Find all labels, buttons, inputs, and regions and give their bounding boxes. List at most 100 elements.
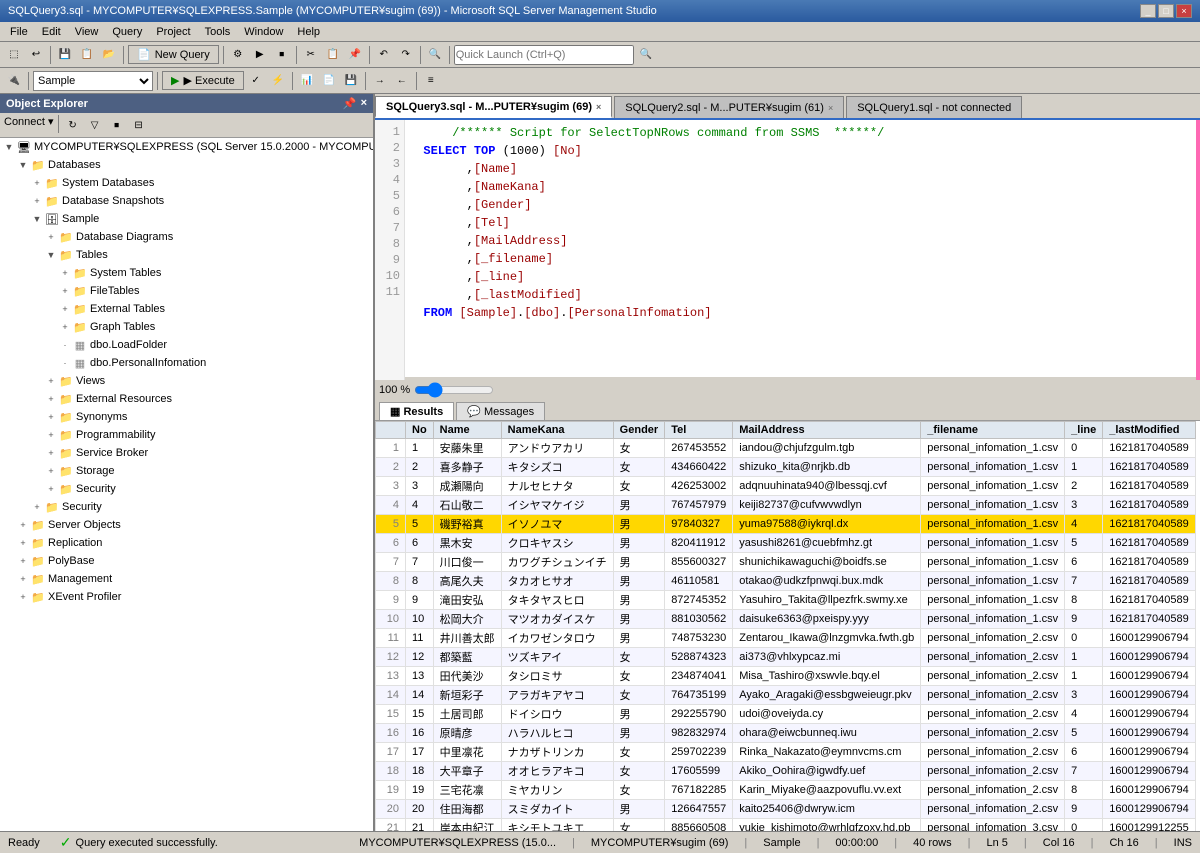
table-row[interactable]: 1111井川善太郎イカワゼンタロウ男748753230Zentarou_Ikaw… — [376, 629, 1196, 648]
tree-item[interactable]: ·▦dbo.LoadFolder — [0, 336, 373, 354]
toolbar-btn-12[interactable]: 🔍 — [425, 45, 445, 65]
tree-item[interactable]: +📁Security — [0, 480, 373, 498]
tree-item[interactable]: +📁Storage — [0, 462, 373, 480]
table-row[interactable]: 77川口俊一カワグチシュンイチ男855600327shunichikawaguc… — [376, 553, 1196, 572]
result-text-btn[interactable]: 📄 — [319, 71, 339, 91]
tree-item[interactable]: ▼🗄Sample — [0, 210, 373, 228]
tree-item[interactable]: ▼📁Tables — [0, 246, 373, 264]
tab-sqlquery1[interactable]: SQLQuery1.sql - not connected — [846, 96, 1022, 118]
column-header[interactable]: Name — [433, 422, 501, 439]
tree-item[interactable]: +📁XEvent Profiler — [0, 588, 373, 606]
toolbar-btn-undo[interactable]: ↶ — [374, 45, 394, 65]
toolbar-btn-4[interactable]: 📋 — [77, 45, 97, 65]
tree-item[interactable]: +📁Graph Tables — [0, 318, 373, 336]
column-header[interactable]: Tel — [665, 422, 733, 439]
column-header[interactable]: Gender — [613, 422, 665, 439]
tree-expander-icon[interactable]: ▼ — [44, 248, 58, 262]
toolbar-btn-11[interactable]: 📌 — [345, 45, 365, 65]
tree-item[interactable]: +📁System Databases — [0, 174, 373, 192]
restore-button[interactable]: □ — [1158, 4, 1174, 18]
tree-item[interactable]: +📁Synonyms — [0, 408, 373, 426]
table-row[interactable]: 66黒木安クロキヤスシ男820411912yasushi8261@cuebfmh… — [376, 534, 1196, 553]
table-row[interactable]: 1717中里凛花ナカザトリンカ女259702239Rinka_Nakazato@… — [376, 743, 1196, 762]
table-row[interactable]: 1212都築藍ツズキアイ女528874323ai373@vhlxypcaz.mi… — [376, 648, 1196, 667]
result-file-btn[interactable]: 💾 — [341, 71, 361, 91]
tree-expander-icon[interactable]: + — [16, 572, 30, 586]
outdent-btn[interactable]: ← — [392, 71, 412, 91]
table-row[interactable]: 33成瀬陽向ナルセヒナタ女426253002adqnuuhinata940@lb… — [376, 477, 1196, 496]
toolbar-btn-6[interactable]: ⚙ — [228, 45, 248, 65]
toolbar-btn-1[interactable]: ⬚ — [4, 45, 24, 65]
tree-item[interactable]: +📁PolyBase — [0, 552, 373, 570]
tree-item[interactable]: +📁Programmability — [0, 426, 373, 444]
table-row[interactable]: 2121岸本由紀江キシモトユキエ女885660508yukie_kishimot… — [376, 819, 1196, 832]
tree-expander-icon[interactable]: + — [16, 536, 30, 550]
query-editor[interactable]: /****** Script for SelectTopNRows comman… — [405, 120, 1196, 380]
toolbar-btn-redo[interactable]: ↷ — [396, 45, 416, 65]
table-row[interactable]: 1515土居司郎ドイシロウ男292255790udoi@oveiyda.cype… — [376, 705, 1196, 724]
results-tab-results[interactable]: ▦ Results — [379, 402, 454, 420]
toolbar-btn-10[interactable]: 📋 — [323, 45, 343, 65]
database-selector[interactable]: Sample — [33, 71, 153, 91]
tree-item[interactable]: +📁Security — [0, 498, 373, 516]
oe-collapse-btn[interactable]: ⊟ — [129, 115, 149, 135]
quick-launch-input[interactable] — [454, 45, 634, 65]
minimize-button[interactable]: _ — [1140, 4, 1156, 18]
tree-expander-icon[interactable]: + — [30, 194, 44, 208]
table-row[interactable]: 1818大平章子オオヒラアキコ女17605599Akiko_Oohira@igw… — [376, 762, 1196, 781]
toolbar-btn-5[interactable]: 📂 — [99, 45, 119, 65]
parse-btn[interactable]: ⚡ — [268, 71, 288, 91]
results-grid[interactable]: NoNameNameKanaGenderTelMailAddress_filen… — [375, 421, 1200, 831]
tree-expander-icon[interactable]: + — [58, 284, 72, 298]
column-header[interactable]: _line — [1065, 422, 1103, 439]
tree-expander-icon[interactable]: + — [44, 482, 58, 496]
menu-edit[interactable]: Edit — [36, 24, 67, 40]
tree-item[interactable]: +📁Replication — [0, 534, 373, 552]
oe-stop-btn[interactable]: ⏹ — [107, 115, 127, 135]
tree-expander-icon[interactable]: ▼ — [16, 158, 30, 172]
table-row[interactable]: 1414新垣彩子アラガキアヤコ女764735199Ayako_Aragaki@e… — [376, 686, 1196, 705]
search-icon[interactable]: 🔍 — [636, 45, 656, 65]
new-query-button[interactable]: 📄 New Query — [128, 45, 219, 64]
tree-expander-icon[interactable]: + — [44, 464, 58, 478]
table-row[interactable]: 99滝田安弘タキタヤスヒロ男872745352Yasuhiro_Takita@l… — [376, 591, 1196, 610]
column-header[interactable]: MailAddress — [733, 422, 921, 439]
column-header[interactable]: NameKana — [501, 422, 613, 439]
close-button[interactable]: × — [1176, 4, 1192, 18]
tree-item[interactable]: +📁Views — [0, 372, 373, 390]
oe-connect-btn[interactable]: Connect ▾ — [4, 115, 54, 135]
menu-query[interactable]: Query — [106, 24, 148, 40]
toolbar-btn-7[interactable]: ▶ — [250, 45, 270, 65]
tree-expander-icon[interactable]: + — [16, 554, 30, 568]
tree-expander-icon[interactable]: + — [44, 410, 58, 424]
tab-sqlquery3[interactable]: SQLQuery3.sql - M...PUTER¥sugim (69) × — [375, 96, 612, 118]
toolbar-connect-btn[interactable]: 🔌 — [4, 71, 24, 91]
tree-item[interactable]: ▼🖥MYCOMPUTER¥SQLEXPRESS (SQL Server 15.0… — [0, 138, 373, 156]
tree-expander-icon[interactable]: + — [58, 320, 72, 334]
menu-project[interactable]: Project — [150, 24, 196, 40]
tree-expander-icon[interactable]: ▼ — [2, 140, 16, 154]
toolbar-btn-2[interactable]: ↩ — [26, 45, 46, 65]
tree-expander-icon[interactable]: + — [44, 392, 58, 406]
tree-item[interactable]: +📁External Resources — [0, 390, 373, 408]
tab-sqlquery2-close[interactable]: × — [828, 103, 833, 113]
table-row[interactable]: 1313田代美沙タシロミサ女234874041Misa_Tashiro@xswv… — [376, 667, 1196, 686]
column-header[interactable]: _lastModified — [1103, 422, 1196, 439]
oe-close-icon[interactable]: × — [361, 97, 367, 110]
menu-file[interactable]: File — [4, 24, 34, 40]
tree-expander-icon[interactable]: + — [30, 500, 44, 514]
tree-item[interactable]: +📁Service Broker — [0, 444, 373, 462]
tree-item[interactable]: +📁External Tables — [0, 300, 373, 318]
toolbar-btn-9[interactable]: ✂ — [301, 45, 321, 65]
menu-help[interactable]: Help — [291, 24, 326, 40]
oe-filter-btn[interactable]: ▽ — [85, 115, 105, 135]
tree-item[interactable]: +📁Database Snapshots — [0, 192, 373, 210]
tree-expander-icon[interactable]: + — [58, 266, 72, 280]
results-tab-messages[interactable]: 💬 Messages — [456, 402, 545, 420]
tab-sqlquery2[interactable]: SQLQuery2.sql - M...PUTER¥sugim (61) × — [614, 96, 844, 118]
toolbar-btn-3[interactable]: 💾 — [55, 45, 75, 65]
tree-item[interactable]: +📁Database Diagrams — [0, 228, 373, 246]
tree-expander-icon[interactable]: + — [30, 176, 44, 190]
execute-button[interactable]: ▶ ▶ Execute — [162, 71, 244, 90]
tab-sqlquery3-close[interactable]: × — [596, 102, 601, 112]
